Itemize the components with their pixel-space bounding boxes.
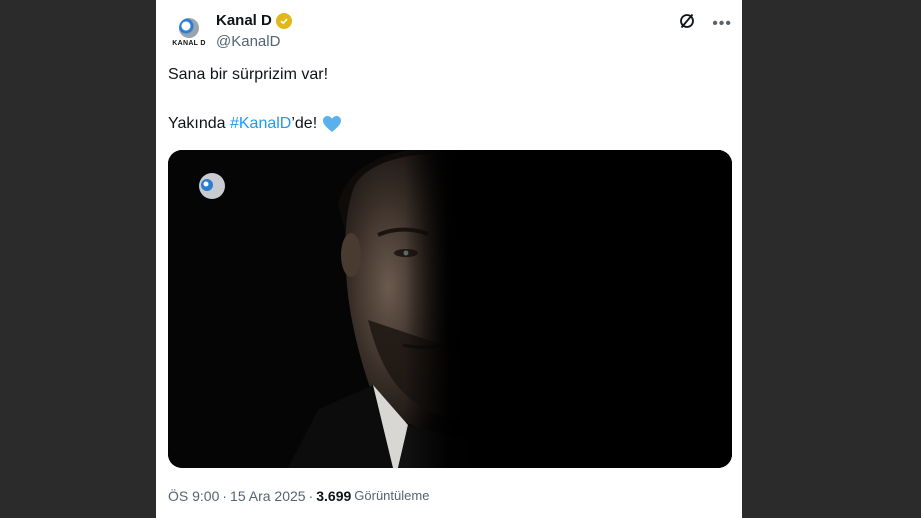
- tweet-date[interactable]: 15 Ara 2025: [230, 488, 306, 504]
- kanal-d-logo-icon: [199, 173, 225, 199]
- tweet-text-suffix: ’de!: [291, 115, 318, 132]
- tweet-actions-top: •••: [678, 12, 732, 35]
- tweet-time[interactable]: ÖS 9:00: [168, 488, 219, 504]
- views-count: 3.699: [316, 488, 352, 504]
- tweet-card: KANAL D Kanal D @KanalD ••• Sana bir sür…: [156, 0, 742, 518]
- tweet-text-line1: Sana bir sürprizim var!: [168, 66, 329, 83]
- tweet-text-line2: Yakında #KanalD ’de!: [168, 115, 342, 133]
- account-name-row: Kanal D: [216, 12, 292, 29]
- blue-heart-icon: [323, 116, 342, 132]
- verified-badge-icon: [275, 12, 292, 29]
- avatar-logo-text: KANAL D: [172, 39, 206, 47]
- views-label: Görüntüleme: [354, 488, 430, 503]
- more-icon[interactable]: •••: [712, 15, 732, 33]
- grok-icon[interactable]: [678, 12, 696, 35]
- tweet-text-prefix: Yakında: [168, 115, 230, 132]
- kanal-d-logo-icon: [179, 17, 199, 38]
- hashtag-link[interactable]: #KanalD: [230, 115, 291, 133]
- tweet-media-video[interactable]: [168, 150, 732, 468]
- tweet-meta: ÖS 9:00 · 15 Ara 2025 · 3.699 Görüntülem…: [168, 488, 429, 504]
- account-handle[interactable]: @KanalD: [216, 33, 280, 50]
- meta-separator: ·: [222, 488, 228, 504]
- meta-separator-2: ·: [308, 488, 314, 504]
- avatar[interactable]: KANAL D: [169, 12, 209, 52]
- account-name[interactable]: Kanal D: [216, 12, 272, 29]
- media-frame: [168, 150, 732, 468]
